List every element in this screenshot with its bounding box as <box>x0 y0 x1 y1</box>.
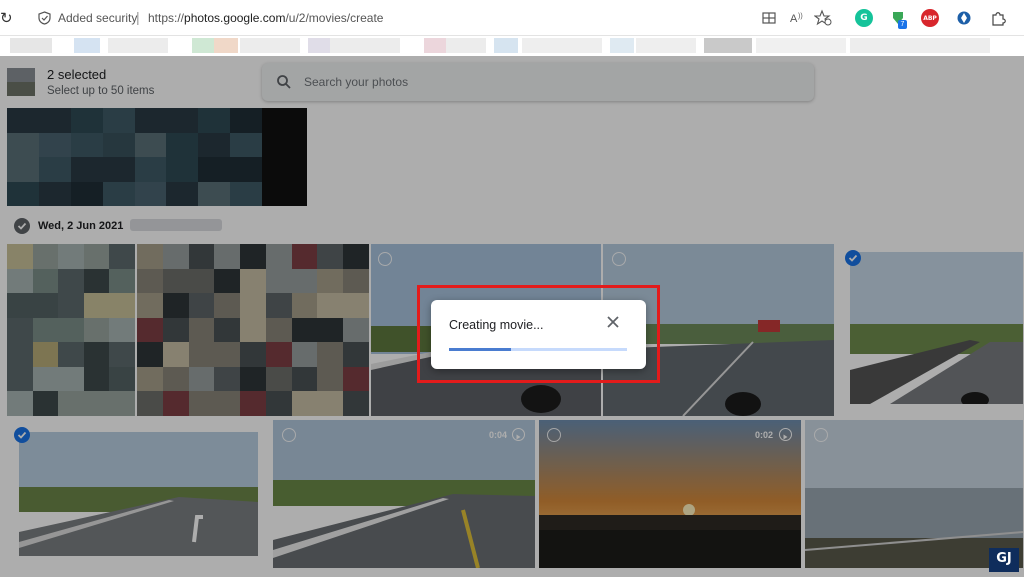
bookmark-item[interactable] <box>610 38 634 53</box>
security-label[interactable]: Added security <box>58 11 137 25</box>
svg-text:A: A <box>790 13 798 25</box>
bookmark-item[interactable] <box>240 38 300 53</box>
read-aloud-icon[interactable]: A)) <box>788 9 806 27</box>
bookmark-item[interactable] <box>108 38 168 53</box>
bookmark-item[interactable] <box>74 38 100 53</box>
shield-icon[interactable] <box>38 11 51 25</box>
adblock-plus-icon[interactable]: ABP <box>921 9 939 27</box>
bookmark-item[interactable] <box>494 38 518 53</box>
bookmark-item[interactable] <box>214 38 238 53</box>
extension-badge: 7 <box>898 20 907 29</box>
bookmark-item[interactable] <box>756 38 846 53</box>
grammarly-icon[interactable]: G <box>855 9 873 27</box>
url-prefix: https:// <box>148 11 185 25</box>
bookmark-item[interactable] <box>850 38 990 53</box>
svg-text:)): )) <box>798 13 803 20</box>
reload-icon[interactable]: ↻ <box>0 9 13 27</box>
url-path: /u/2/movies/create <box>285 11 384 25</box>
bookmarks-bar <box>0 36 1024 56</box>
bookmark-item[interactable] <box>704 38 752 53</box>
bookmark-item[interactable] <box>636 38 696 53</box>
highlight-annotation <box>417 285 660 383</box>
url-field[interactable]: https://photos.google.com/u/2/movies/cre… <box>148 11 383 25</box>
split-screen-icon[interactable] <box>760 9 778 27</box>
bookmark-item[interactable] <box>10 38 52 53</box>
bookmark-item[interactable] <box>192 38 214 53</box>
address-bar: ↻ Added security | https://photos.google… <box>0 0 1024 36</box>
bookmark-item[interactable] <box>330 38 400 53</box>
extensions-puzzle-icon[interactable] <box>989 9 1007 27</box>
bookmark-item[interactable] <box>308 38 330 53</box>
bookmark-item[interactable] <box>446 38 486 53</box>
bookmark-item[interactable] <box>424 38 446 53</box>
bookmark-item[interactable] <box>522 38 602 53</box>
url-separator: | <box>136 9 140 25</box>
watermark-logo: GJ <box>989 548 1019 572</box>
favorites-icon[interactable] <box>814 9 832 27</box>
browser-window: ↻ Added security | https://photos.google… <box>0 0 1024 577</box>
url-host: photos.google.com <box>184 11 286 25</box>
extension-blue-icon[interactable] <box>955 9 973 27</box>
